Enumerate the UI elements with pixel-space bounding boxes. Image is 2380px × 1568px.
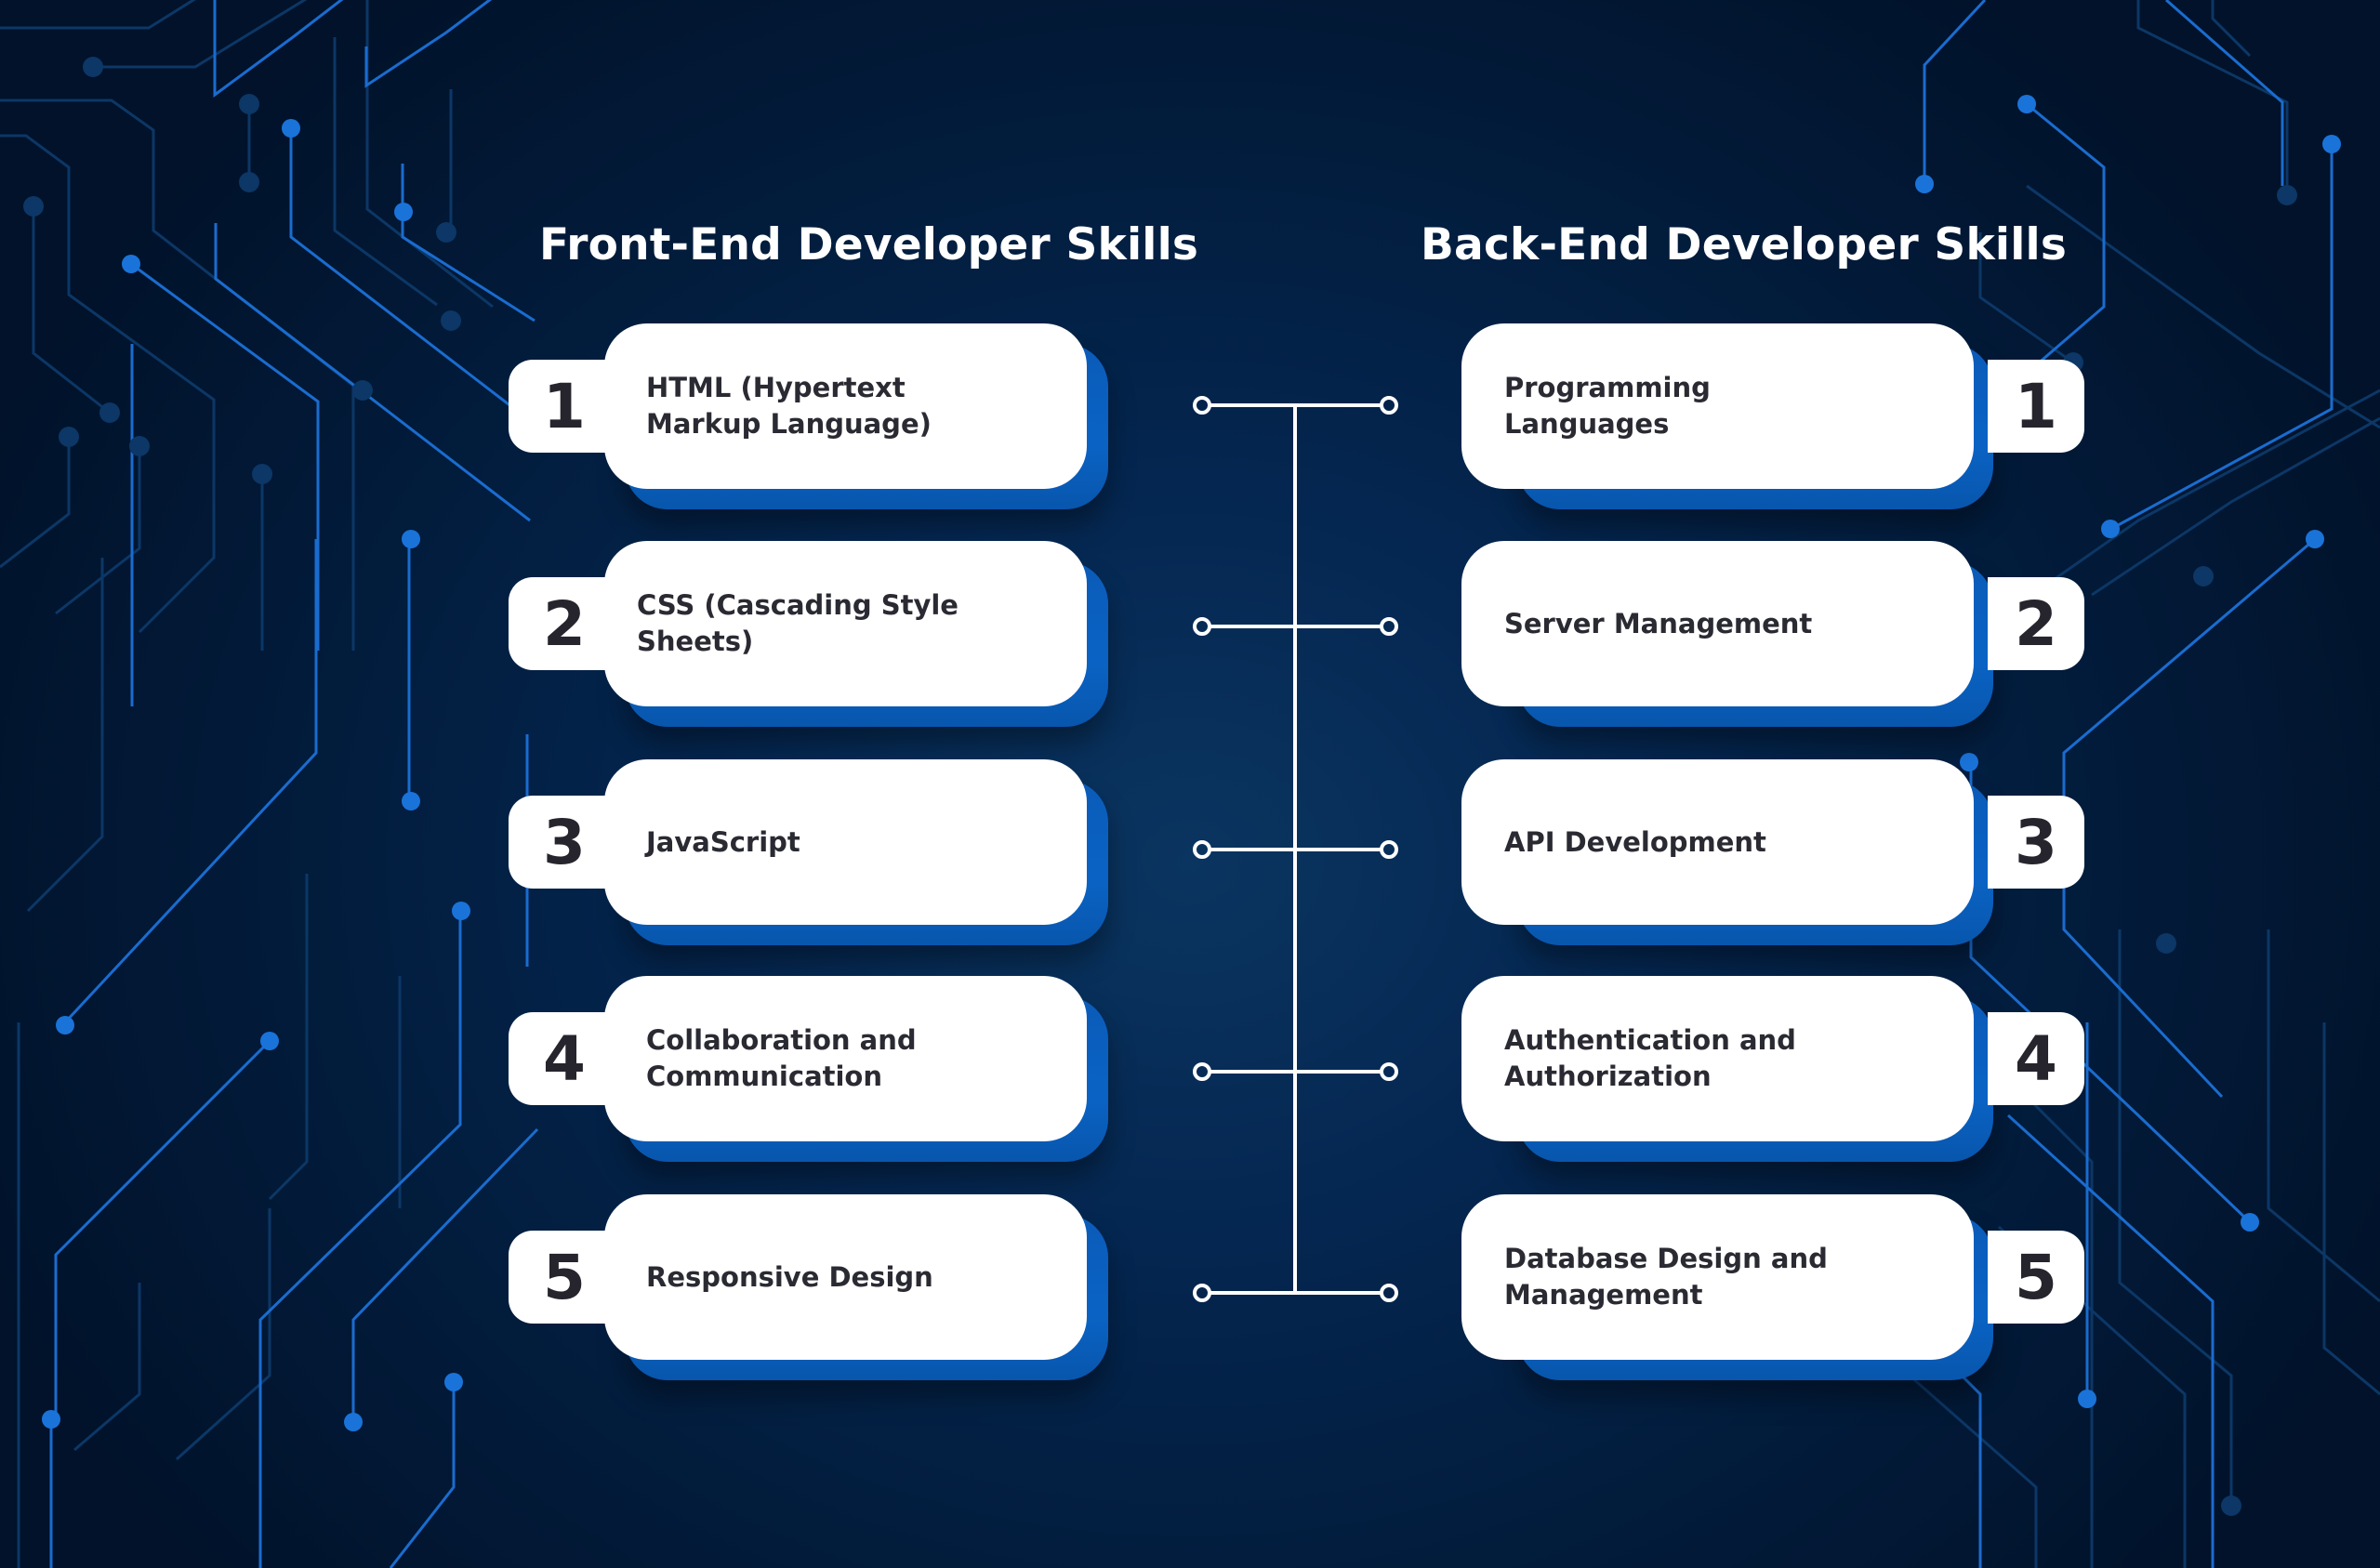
skill-number-badge: 4 xyxy=(1988,1012,2084,1105)
back-end-skill-item: 2 Server Management xyxy=(0,541,2380,727)
skill-label: Database Design and Management xyxy=(1504,1243,1828,1311)
skill-label: Authentication and Authorization xyxy=(1504,1024,1796,1092)
skill-number-badge: 3 xyxy=(1988,796,2084,889)
back-end-title: Back-End Developer Skills xyxy=(1421,219,2068,270)
skill-number-badge: 5 xyxy=(1988,1231,2084,1324)
skill-card: Server Management xyxy=(1461,541,1974,706)
skill-label: Server Management xyxy=(1504,607,1813,639)
skill-card: Database Design and Management xyxy=(1461,1194,1974,1360)
skill-card: Programming Languages xyxy=(1461,323,1974,489)
skill-label: Programming Languages xyxy=(1504,372,1711,440)
skill-number-badge: 2 xyxy=(1988,577,2084,670)
skill-number-badge: 1 xyxy=(1988,360,2084,453)
front-end-title: Front-End Developer Skills xyxy=(539,219,1199,270)
skill-label: API Development xyxy=(1504,825,1766,858)
back-end-skill-item: 3 API Development xyxy=(0,759,2380,945)
back-end-skill-item: 5 Database Design and Management xyxy=(0,1194,2380,1380)
skill-card: Authentication and Authorization xyxy=(1461,976,1974,1141)
back-end-skill-item: 1 Programming Languages xyxy=(0,323,2380,509)
skill-card: API Development xyxy=(1461,759,1974,925)
back-end-skill-item: 4 Authentication and Authorization xyxy=(0,976,2380,1162)
